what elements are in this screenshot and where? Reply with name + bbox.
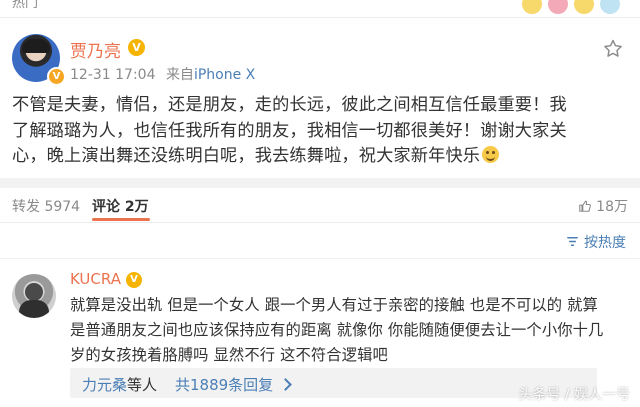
vip-crown-icon: V <box>128 39 145 56</box>
divider <box>0 222 640 223</box>
active-tab-indicator <box>92 218 150 221</box>
verified-badge-icon: V <box>47 67 66 86</box>
post-body-line: 不管是夫妻，情侣，还是朋友，走的长远，彼此之间相互信任最重要！我 <box>12 95 567 115</box>
post-source-prefix: 来自 <box>165 67 194 83</box>
comment-text-line: 就算是没出轨 但是一个女人 跟一个男人有过于亲密的接触 也是不可以的 就算 <box>70 296 598 314</box>
smile-emoji-icon <box>482 146 500 163</box>
divider <box>0 17 640 18</box>
like-count: 18万 <box>596 199 628 215</box>
thumb-up-icon <box>579 200 592 212</box>
reply-users-suffix: 等人 <box>127 376 158 394</box>
section-separator <box>0 178 640 188</box>
avatar-hair <box>22 39 50 53</box>
tab-like[interactable]: 18万 <box>578 196 628 216</box>
chevron-right-icon <box>279 378 293 391</box>
watermark: 头条号 / 娱人一号 <box>518 387 630 403</box>
star-outline-icon[interactable] <box>602 38 624 60</box>
commenter-avatar[interactable] <box>12 274 56 318</box>
sort-by-heat-button[interactable]: 按热度 <box>566 232 626 252</box>
divider <box>0 258 640 259</box>
post-body: 不管是夫妻，情侣，还是朋友，走的长远，彼此之间相互信任最重要！我 了解璐璐为人，… <box>12 93 628 170</box>
sort-row: 按热度 <box>0 232 640 256</box>
post-body-line: 了解璐璐为人，也信任我所有的朋友，我相信一切都很美好！谢谢大家关 <box>12 120 567 141</box>
reply-users[interactable]: 力元桑等人 <box>82 374 157 395</box>
vip-crown-icon: V <box>126 272 142 288</box>
avatar-head <box>25 283 43 301</box>
sort-label: 按热度 <box>584 235 626 251</box>
tab-comment[interactable]: 评论 2万 <box>92 196 149 216</box>
tab-repost[interactable]: 转发 5974 <box>12 196 80 216</box>
comment-text-line: 是普通朋友之间也应该保持应有的距离 就像你 你能随随便便去让一个小你十几 <box>70 321 604 340</box>
reply-count-link[interactable]: 共1889条回复 <box>175 374 293 395</box>
post-body-line: 心，晚上演出舞还没练明白呢，我去练舞啦，祝大家新年快乐 <box>12 146 481 166</box>
post-time: 12-31 17:04 <box>70 67 156 83</box>
comment-text: 就算是没出轨 但是一个女人 跟一个男人有过于亲密的接触 也是不可以的 就算 是普… <box>70 293 630 369</box>
avatar-body <box>19 300 49 318</box>
post-device[interactable]: iPhone X <box>194 67 255 83</box>
sort-icon <box>567 237 578 246</box>
sticker-decoration <box>508 0 640 14</box>
post-meta: 12-31 17:04 来自iPhone X <box>70 64 255 84</box>
author-name[interactable]: 贾乃亮 <box>70 37 121 62</box>
comment-text-line: 岁的女孩挽着胳膊吗 显然不行 这不符合逻辑吧 <box>70 346 388 365</box>
reply-count: 共1889条回复 <box>175 376 274 394</box>
commenter-name[interactable]: KUCRA <box>70 270 121 288</box>
interaction-tab-bar: 转发 5974 评论 2万 18万 <box>0 188 640 222</box>
reply-user-name[interactable]: 力元桑 <box>82 376 127 394</box>
section-label: 热门 <box>12 0 39 11</box>
